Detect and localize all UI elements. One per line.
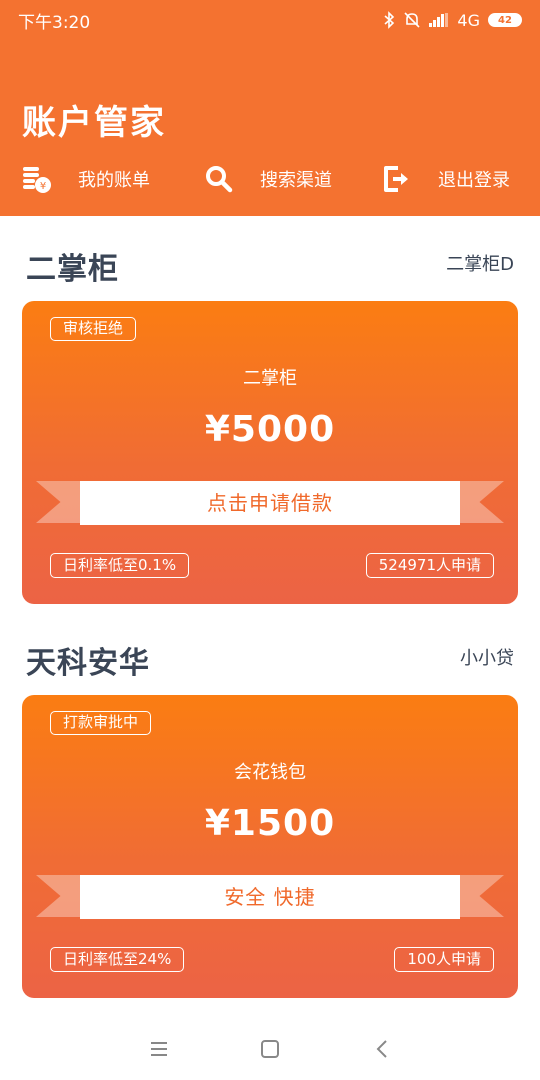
section-title: 二掌柜 [26, 252, 119, 287]
page-title: 账户管家 [22, 103, 166, 143]
search-icon [206, 166, 233, 193]
status-badge: 打款审批中 [50, 711, 152, 735]
section-title: 天科安华 [26, 646, 150, 681]
nav-logout[interactable]: 退出登录 [382, 164, 510, 194]
ribbon: 安全 快捷 [36, 875, 504, 919]
logout-icon [384, 166, 408, 192]
nav-my-bills[interactable]: ¥ 我的账单 [22, 164, 150, 194]
product-name: 会花钱包 [234, 762, 306, 783]
menu-icon[interactable] [146, 1036, 172, 1062]
nav-logout-label: 退出登录 [438, 170, 510, 191]
ribbon: 点击申请借款 [36, 481, 504, 525]
back-icon[interactable] [370, 1036, 396, 1062]
bluetooth-icon [384, 11, 395, 29]
status-badge: 审核拒绝 [50, 317, 137, 341]
battery-level: 42 [498, 14, 512, 26]
status-icons: 4G 42 [383, 11, 522, 30]
section-header-2: 天科安华 小小贷 [0, 610, 540, 692]
section-header-1: 二掌柜 二掌柜D [0, 216, 540, 298]
product-name: 二掌柜 [243, 368, 297, 389]
applicants-badge: 100人申请 [394, 947, 494, 972]
status-time: 下午3:20 [18, 12, 91, 33]
bill-coins-icon: ¥ [23, 167, 51, 193]
loan-card-1[interactable]: 审核拒绝 二掌柜 ¥5000 点击申请借款 日利率低至0.1% 524971人申… [22, 301, 518, 604]
nav-search-channel-label: 搜索渠道 [260, 170, 332, 191]
loan-amount: ¥5000 [204, 409, 336, 450]
mute-icon [404, 12, 420, 28]
home-icon[interactable] [257, 1036, 283, 1062]
loan-card-2[interactable]: 打款审批中 会花钱包 ¥1500 安全 快捷 日利率低至24% 100人申请 [22, 695, 518, 998]
svg-text:¥: ¥ [40, 181, 46, 192]
section-subtitle: 二掌柜D [446, 254, 514, 275]
nav-search-channel[interactable]: 搜索渠道 [204, 164, 332, 194]
applicants-badge: 524971人申请 [365, 553, 494, 578]
network-type: 4G [457, 10, 480, 30]
app-header: 下午3:20 4G 42 账户管家 ¥ 我的账单 搜索渠道 退出登录 [0, 0, 540, 216]
rate-badge: 日利率低至24% [50, 947, 185, 972]
status-bar: 下午3:20 4G 42 [0, 0, 540, 40]
system-nav-bar [0, 1018, 540, 1080]
nav-my-bills-label: 我的账单 [78, 170, 150, 191]
safe-fast-button[interactable]: 安全 快捷 [80, 875, 460, 919]
section-subtitle: 小小贷 [460, 648, 514, 669]
loan-amount: ¥1500 [204, 803, 336, 844]
rate-badge: 日利率低至0.1% [50, 553, 190, 578]
signal-icon [429, 13, 449, 27]
apply-loan-button[interactable]: 点击申请借款 [80, 481, 460, 525]
top-nav: ¥ 我的账单 搜索渠道 退出登录 [0, 158, 540, 202]
battery-icon: 42 [488, 13, 522, 27]
